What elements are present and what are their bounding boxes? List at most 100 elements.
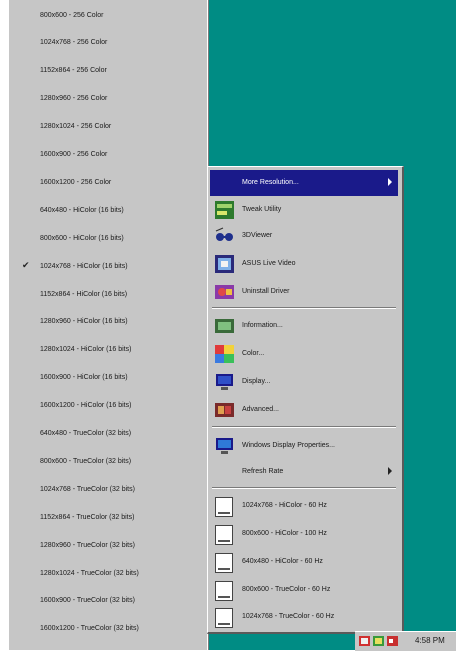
resolution-item[interactable]: 1024x768 - 256 Color: [9, 33, 208, 53]
display-context-menu: More Resolution... Tweak Utility 3DViewe…: [207, 166, 404, 634]
quick-mode-label: 800x600 - HiColor - 100 Hz: [242, 530, 327, 537]
menu-item-display[interactable]: Display...: [210, 369, 398, 395]
resolution-item[interactable]: 1280x960 - 256 Color: [9, 89, 208, 109]
refresh-rate-label: Refresh Rate: [242, 468, 284, 475]
color-label: Color...: [242, 350, 265, 357]
information-icon: [215, 319, 234, 333]
resolution-label: 1024x768 - HiColor (16 bits): [40, 262, 128, 270]
display-monitor-icon: [216, 374, 233, 390]
resolution-item[interactable]: 1280x960 - TrueColor (32 bits): [9, 535, 208, 555]
resolution-item[interactable]: 800x600 - HiColor (16 bits): [9, 228, 208, 248]
menu-separator: [212, 487, 396, 489]
display-tray-icon: [359, 636, 370, 646]
menu-item-windows-display-properties[interactable]: Windows Display Properties...: [210, 433, 398, 459]
resolution-label: 1280x1024 - 256 Color: [40, 123, 112, 131]
3d-glasses-icon: [215, 227, 233, 241]
uninstall-label: Uninstall Driver: [242, 288, 290, 295]
quick-mode-label: 1024x768 - TrueColor - 60 Hz: [242, 613, 335, 620]
quick-mode-item[interactable]: 800x600 - HiColor - 100 Hz: [210, 521, 398, 547]
tweak-utility-icon: [215, 201, 234, 219]
menu-item-advanced[interactable]: Advanced...: [210, 397, 398, 423]
menu-item-uninstall-driver[interactable]: Uninstall Driver: [210, 279, 398, 305]
resolution-item[interactable]: 640x480 - TrueColor (32 bits): [9, 424, 208, 444]
windows-display-icon: [216, 438, 233, 454]
resolution-label: 1024x768 - 256 Color: [40, 39, 108, 47]
resolution-item[interactable]: 1600x900 - 256 Color: [9, 145, 208, 165]
resolution-label: 800x600 - HiColor (16 bits): [40, 234, 124, 242]
network-tray-icon: [373, 636, 384, 646]
resolution-label: 1600x900 - TrueColor (32 bits): [40, 597, 135, 605]
resolution-label: 1280x960 - HiColor (16 bits): [40, 318, 128, 326]
clock: 4:58 PM: [415, 636, 445, 645]
resolution-item[interactable]: 1152x864 - 256 Color: [9, 61, 208, 81]
display-label: Display...: [242, 378, 271, 385]
menu-item-more-resolution[interactable]: More Resolution...: [210, 170, 398, 196]
resolution-label: 1600x1200 - 256 Color: [40, 178, 112, 186]
left-edge: [0, 0, 9, 650]
resolution-label: 1152x864 - HiColor (16 bits): [40, 290, 128, 298]
monitor-icon: [215, 497, 233, 517]
resolution-item[interactable]: 1600x1200 - HiColor (16 bits): [9, 396, 208, 416]
resolution-label: 1024x768 - TrueColor (32 bits): [40, 485, 135, 493]
resolution-item[interactable]: 1600x1200 - TrueColor (32 bits): [9, 619, 208, 639]
menu-item-information[interactable]: Information...: [210, 313, 398, 339]
checkmark-icon: ✔: [22, 260, 30, 271]
resolution-label: 1600x900 - HiColor (16 bits): [40, 374, 128, 382]
resolution-item[interactable]: 1600x900 - TrueColor (32 bits): [9, 591, 208, 611]
advanced-label: Advanced...: [242, 406, 279, 413]
resolution-item[interactable]: 1600x900 - HiColor (16 bits): [9, 368, 208, 388]
submenu-arrow-icon: [388, 178, 392, 186]
uninstall-icon: [215, 285, 234, 299]
resolution-item[interactable]: 800x600 - 256 Color: [9, 5, 208, 25]
resolution-label: 1280x1024 - TrueColor (32 bits): [40, 569, 139, 577]
resolution-item[interactable]: 1600x1200 - 256 Color: [9, 172, 208, 192]
resolution-item[interactable]: 1280x960 - HiColor (16 bits): [9, 312, 208, 332]
resolution-label: 1600x900 - 256 Color: [40, 151, 108, 158]
information-label: Information...: [242, 322, 283, 329]
quick-mode-item[interactable]: 1024x768 - TrueColor - 60 Hz: [210, 604, 398, 630]
live-video-label: ASUS Live Video: [242, 260, 296, 267]
menu-item-color[interactable]: Color...: [210, 341, 398, 367]
resolution-item[interactable]: 1280x1024 - 256 Color: [9, 117, 208, 137]
resolution-label: 800x600 - 256 Color: [40, 11, 104, 19]
resolution-label: 1280x1024 - HiColor (16 bits): [40, 346, 132, 354]
resolution-label: 1600x1200 - TrueColor (32 bits): [40, 625, 139, 633]
resolution-label: 1152x864 - 256 Color: [40, 67, 107, 75]
resolution-label: 1280x960 - 256 Color: [40, 95, 108, 103]
quick-mode-item[interactable]: 640x480 - HiColor - 60 Hz: [210, 549, 398, 575]
resolution-item[interactable]: 1280x1024 - HiColor (16 bits): [9, 340, 208, 360]
system-tray: 4:58 PM: [355, 631, 456, 651]
live-video-icon: [215, 255, 234, 273]
windows-display-properties-label: Windows Display Properties...: [242, 442, 335, 449]
quick-mode-label: 800x600 - TrueColor - 60 Hz: [242, 586, 331, 593]
menu-item-3dviewer[interactable]: 3DViewer: [210, 223, 398, 249]
resolution-menu: 800x600 - 256 Color 1024x768 - 256 Color 1…: [9, 0, 209, 650]
resolution-item[interactable]: ✔ 1024x768 - HiColor (16 bits): [9, 256, 208, 276]
tray-icons: [359, 636, 398, 646]
resolution-item[interactable]: 1152x864 - HiColor (16 bits): [9, 284, 208, 304]
menu-item-live-video[interactable]: ASUS Live Video: [210, 251, 398, 277]
resolution-item[interactable]: 1152x864 - TrueColor (32 bits): [9, 507, 208, 527]
menu-item-tweak-utility[interactable]: Tweak Utility: [210, 197, 398, 223]
tweak-utility-label: Tweak Utility: [242, 206, 282, 213]
monitor-icon: [215, 581, 233, 601]
submenu-arrow-icon: [388, 467, 392, 475]
volume-tray-icon: [387, 636, 398, 646]
color-palette-icon: [215, 345, 234, 363]
monitor-icon: [215, 525, 233, 545]
menu-item-refresh-rate[interactable]: Refresh Rate: [210, 459, 398, 485]
advanced-settings-icon: [215, 403, 234, 417]
resolution-label: 640x480 - HiColor (16 bits): [40, 206, 124, 214]
quick-mode-item[interactable]: 800x600 - TrueColor - 60 Hz: [210, 577, 398, 603]
menu-separator: [212, 426, 396, 428]
menu-separator: [212, 307, 396, 309]
resolution-label: 800x600 - TrueColor (32 bits): [40, 457, 132, 465]
quick-mode-label: 640x480 - HiColor - 60 Hz: [242, 558, 323, 565]
monitor-icon: [215, 608, 233, 628]
resolution-item[interactable]: 1024x768 - TrueColor (32 bits): [9, 479, 208, 499]
quick-mode-item[interactable]: 1024x768 - HiColor - 60 Hz: [210, 493, 398, 519]
resolution-item[interactable]: 640x480 - HiColor (16 bits): [9, 200, 208, 220]
resolution-item[interactable]: 1280x1024 - TrueColor (32 bits): [9, 563, 208, 583]
resolution-item[interactable]: 800x600 - TrueColor (32 bits): [9, 451, 208, 471]
3dviewer-label: 3DViewer: [242, 232, 273, 239]
